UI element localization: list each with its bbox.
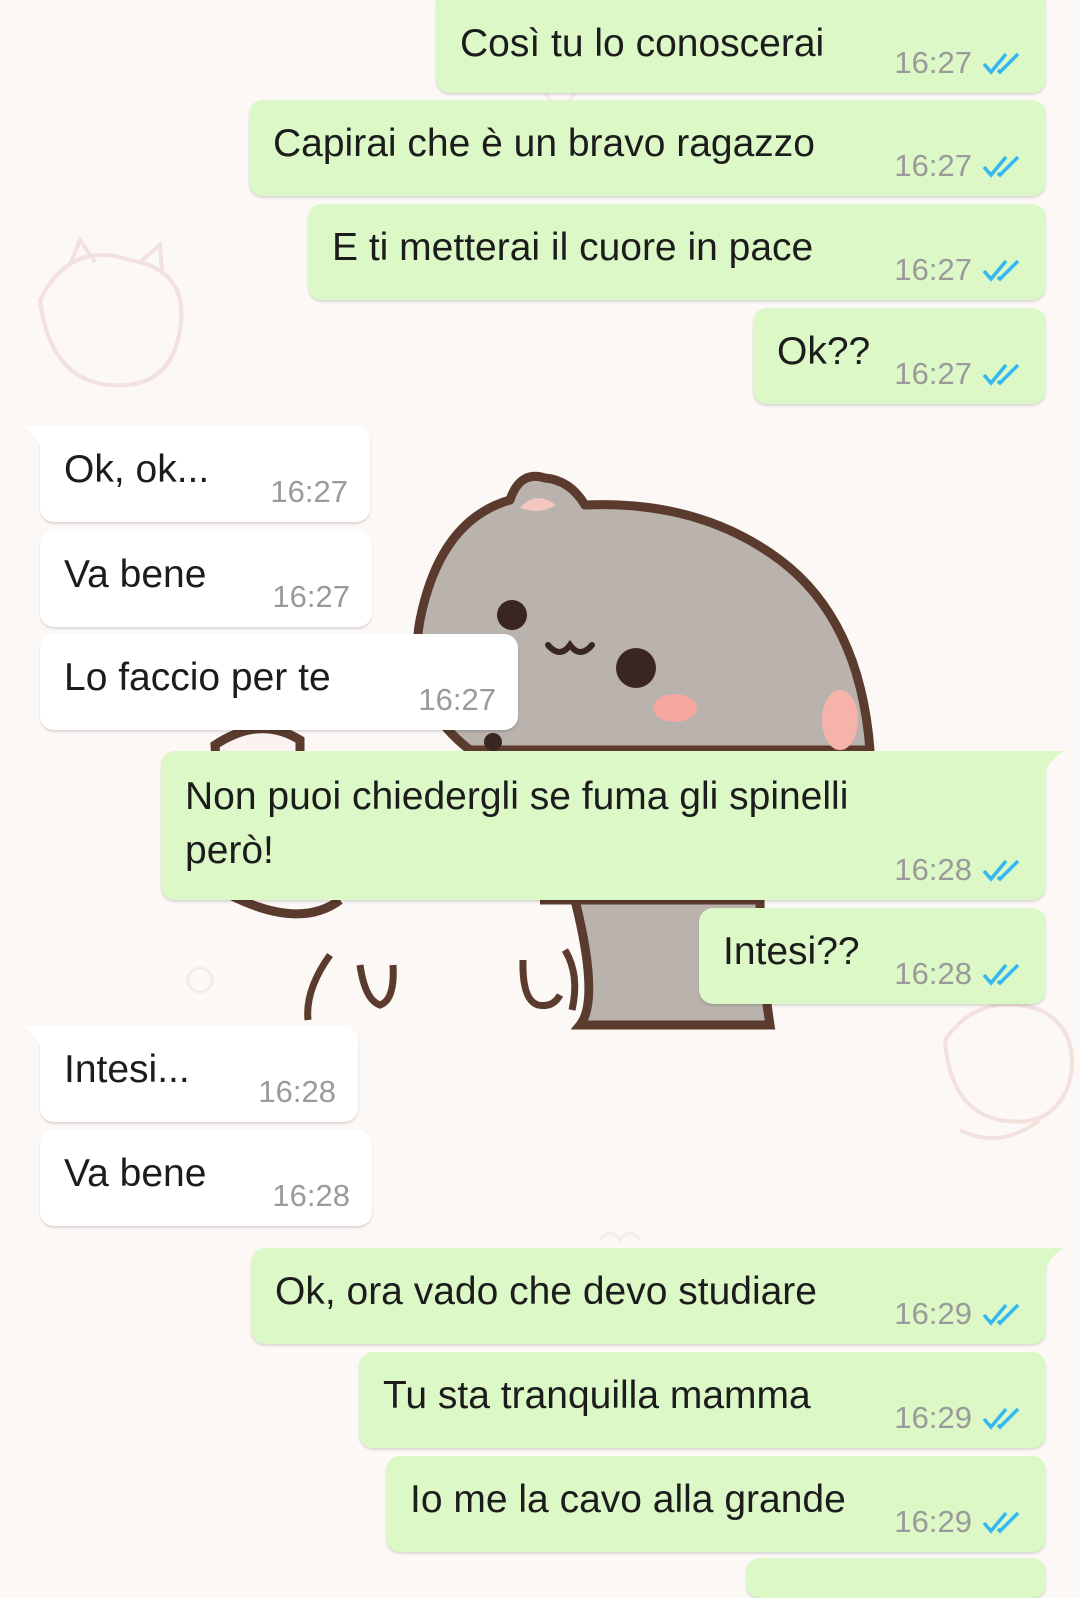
- message-time: 16:27: [894, 356, 972, 391]
- message-time: 16:27: [894, 148, 972, 183]
- message-outgoing[interactable]: Ok, ora vado che devo studiare 16:29: [251, 1248, 1064, 1344]
- message-text: Capirai che è un bravo ragazzo: [273, 122, 815, 165]
- message-text: Ok, ora vado che devo studiare: [275, 1270, 817, 1313]
- cat-eye-right: [616, 648, 656, 688]
- message-text: Io me la cavo alla grande: [410, 1478, 846, 1521]
- message-text-line-1: Non puoi chiedergli se fuma gli spinelli: [185, 775, 849, 818]
- message-text: Lo faccio per te: [64, 656, 331, 699]
- cat-foot-1: [356, 964, 397, 1009]
- cat-cheek-right: [822, 690, 858, 750]
- double-check-icon: [982, 1303, 1020, 1326]
- message-time: 16:28: [258, 1074, 336, 1109]
- message-outgoing[interactable]: Capirai che è un bravo ragazzo 16:27: [249, 100, 1046, 196]
- message-text: Va bene: [64, 553, 207, 596]
- cat-nose: [484, 733, 502, 751]
- message-time: 16:28: [894, 956, 972, 991]
- double-check-icon: [982, 859, 1020, 882]
- message-incoming[interactable]: Va bene 16:27: [40, 531, 372, 627]
- cat-foot-2: [519, 959, 564, 1009]
- bubble-tail: [1044, 751, 1064, 775]
- message-incoming[interactable]: Intesi... 16:28: [22, 1026, 358, 1122]
- message-outgoing[interactable]: Intesi?? 16:28: [699, 908, 1046, 1004]
- message-text: Ok, ok...: [64, 448, 210, 491]
- double-check-icon: [982, 259, 1020, 282]
- bubble-tail: [1044, 1248, 1064, 1272]
- message-time: 16:28: [894, 852, 972, 887]
- message-text: Va bene: [64, 1152, 207, 1195]
- cat-leg-mark-2: [561, 948, 579, 1011]
- double-check-icon: [982, 963, 1020, 986]
- message-time: 16:27: [894, 252, 972, 287]
- message-outgoing-partial[interactable]: [746, 1558, 1046, 1598]
- message-time: 16:27: [272, 579, 350, 614]
- bubble-tail: [22, 1026, 42, 1050]
- message-outgoing[interactable]: E ti metterai il cuore in pace 16:27: [308, 204, 1046, 300]
- message-text: Così tu lo conoscerai: [460, 22, 825, 65]
- message-time: 16:27: [270, 474, 348, 509]
- message-time: 16:29: [894, 1400, 972, 1435]
- message-outgoing[interactable]: Così tu lo conoscerai 16:27: [436, 0, 1046, 93]
- message-text: Intesi...: [64, 1048, 190, 1091]
- message-time: 16:29: [894, 1296, 972, 1331]
- message-incoming[interactable]: Ok, ok... 16:27: [22, 426, 370, 522]
- bubble-tail: [22, 426, 42, 450]
- message-outgoing[interactable]: Non puoi chiedergli se fuma gli spinelli…: [161, 751, 1064, 900]
- message-incoming[interactable]: Va bene 16:28: [40, 1130, 372, 1226]
- double-check-icon: [982, 363, 1020, 386]
- message-text: Tu sta tranquilla mamma: [383, 1374, 811, 1417]
- message-time: 16:29: [894, 1504, 972, 1539]
- message-text: Ok??: [777, 330, 871, 373]
- cat-leg-mark-1: [304, 952, 333, 1021]
- message-time: 16:27: [894, 45, 972, 80]
- cat-cheek: [653, 694, 697, 722]
- message-text: Intesi??: [723, 930, 860, 973]
- cat-eye-left: [497, 600, 527, 630]
- message-outgoing[interactable]: Ok?? 16:27: [753, 308, 1046, 404]
- message-text-line-2: però!: [185, 829, 274, 872]
- double-check-icon: [982, 155, 1020, 178]
- double-check-icon: [982, 52, 1020, 75]
- double-check-icon: [982, 1407, 1020, 1430]
- message-time: 16:28: [272, 1178, 350, 1213]
- message-time: 16:27: [418, 682, 496, 717]
- message-incoming[interactable]: Lo faccio per te 16:27: [40, 634, 518, 730]
- double-check-icon: [982, 1511, 1020, 1534]
- message-text: E ti metterai il cuore in pace: [332, 226, 814, 269]
- message-outgoing[interactable]: Tu sta tranquilla mamma 16:29: [359, 1352, 1046, 1448]
- message-outgoing[interactable]: Io me la cavo alla grande 16:29: [386, 1456, 1046, 1552]
